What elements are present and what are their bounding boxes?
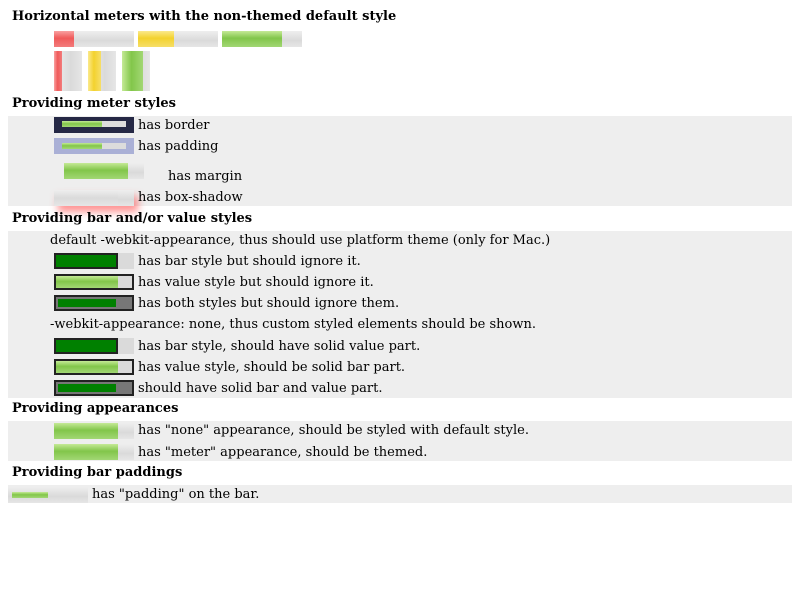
- label-value-style-solid: has value style, should be solid bar par…: [138, 360, 406, 375]
- meter-value: [56, 276, 118, 288]
- meter-value: [62, 143, 102, 149]
- meter-appearance-meter: [54, 444, 134, 460]
- label-appearance-meter: has "meter" appearance, should be themed…: [138, 445, 428, 460]
- meter-both-styles-ignored: [54, 295, 134, 311]
- meter-value-style-solid: [54, 359, 134, 375]
- meter-bar-style-ignored: [54, 253, 134, 269]
- meter-value: [56, 361, 118, 373]
- label-bar-padding: has "padding" on the bar.: [92, 487, 260, 502]
- meter-bar-padding: [8, 487, 88, 503]
- section-title-meter-styles: Providing meter styles: [12, 96, 176, 111]
- meter-vertical-optimum: [122, 51, 150, 91]
- meter-appearance-none: [54, 423, 134, 439]
- meter-value: [58, 384, 116, 392]
- meter-value: [54, 444, 118, 460]
- meter-value-style-ignored: [54, 274, 134, 290]
- label-value-style-ignored: has value style but should ignore it.: [138, 275, 374, 290]
- meter-horizontal-medium: [138, 31, 218, 47]
- label-bar-style-ignored: has bar style but should ignore it.: [138, 254, 361, 269]
- meter-horizontal-low: [54, 31, 134, 47]
- meter-value-optimum: [122, 51, 143, 91]
- label-both-styles-solid: should have solid bar and value part.: [138, 381, 383, 396]
- meter-with-box-shadow: [54, 190, 134, 206]
- meter-value: [54, 338, 118, 354]
- label-has-padding: has padding: [138, 139, 219, 154]
- label-appearance-none: has "none" appearance, should be styled …: [138, 423, 529, 438]
- label-has-margin: has margin: [168, 169, 243, 184]
- meter-value-low: [54, 51, 62, 91]
- meter-vertical-low: [54, 51, 82, 91]
- meter-value-medium: [138, 31, 174, 47]
- meter-value: [62, 121, 102, 127]
- meter-value: [12, 492, 48, 498]
- meter-bar-style-solid: [54, 338, 134, 354]
- meter-value-low: [54, 31, 74, 47]
- meter-with-border: [54, 117, 134, 133]
- meter-horizontal-optimum: [222, 31, 302, 47]
- section-title-bar-value-styles: Providing bar and/or value styles: [12, 211, 253, 226]
- section-title-bar-paddings: Providing bar paddings: [12, 465, 183, 480]
- label-has-box-shadow: has box-shadow: [138, 190, 243, 205]
- label-both-styles-ignored: has both styles but should ignore them.: [138, 296, 400, 311]
- label-has-border: has border: [138, 118, 210, 133]
- meter-with-padding: [54, 138, 134, 154]
- note-none-appearance: -webkit-appearance: none, thus custom st…: [50, 317, 537, 332]
- meter-value: [54, 253, 118, 269]
- meter-vertical-medium: [88, 51, 116, 91]
- section-title-appearances: Providing appearances: [12, 401, 179, 416]
- meter-value: [64, 163, 128, 179]
- meter-value: [58, 299, 116, 307]
- meter-both-styles-solid: [54, 380, 134, 396]
- meter-with-margin: [64, 163, 144, 179]
- meter-value: [54, 190, 118, 206]
- meter-value-medium: [88, 51, 101, 91]
- section-title-default-meters: Horizontal meters with the non-themed de…: [12, 9, 397, 24]
- meter-value-optimum: [222, 31, 282, 47]
- label-bar-style-solid: has bar style, should have solid value p…: [138, 339, 421, 354]
- meter-value: [54, 423, 118, 439]
- note-default-appearance: default -webkit-appearance, thus should …: [50, 233, 551, 248]
